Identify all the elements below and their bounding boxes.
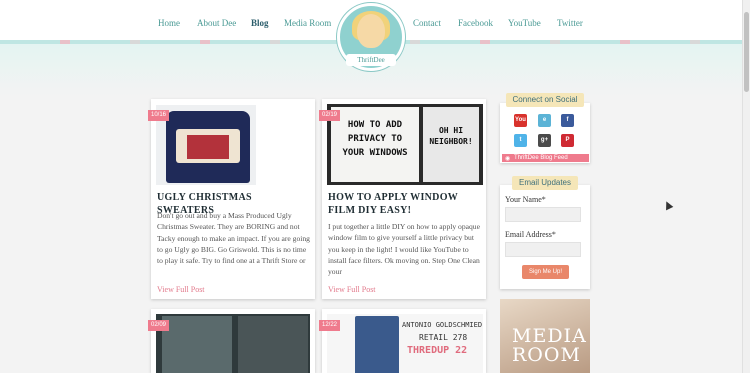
pinterest-icon[interactable]: P	[561, 134, 574, 147]
post-thumbnail[interactable]	[156, 105, 256, 185]
post-card: ANTONIO GOLDSCHMIED RETAIL 278 THREDUP 2…	[319, 309, 486, 373]
scrollbar-thumb[interactable]	[744, 12, 749, 92]
nav-facebook[interactable]: Facebook	[458, 18, 493, 28]
name-field-label: Your Name*	[505, 195, 546, 204]
nav-contact[interactable]: Contact	[413, 18, 441, 28]
brand-text: ANTONIO GOLDSCHMIED	[402, 321, 483, 329]
post-thumbnail[interactable]: ANTONIO GOLDSCHMIED RETAIL 278 THREDUP 2…	[327, 314, 483, 373]
view-full-post-link[interactable]: View Full Post	[157, 285, 205, 294]
door-panel-left	[162, 316, 232, 373]
nav-twitter[interactable]: Twitter	[557, 18, 583, 28]
nav-blog[interactable]: Blog	[251, 18, 269, 28]
thredup-text: THREDUP 22	[407, 345, 468, 356]
social-widget-header: Connect on Social	[506, 93, 584, 107]
date-badge: 02/19	[319, 110, 340, 121]
date-badge: 12/22	[319, 320, 340, 331]
page-scrollbar[interactable]	[742, 0, 750, 373]
twitter-icon[interactable]: t	[514, 134, 527, 147]
sign-up-button[interactable]: Sign Me Up!	[522, 265, 569, 279]
email-input[interactable]	[505, 242, 581, 257]
media-room-title-2: ROOM	[512, 344, 581, 366]
post-thumbnail[interactable]: HOW TO ADD PRIVACY TO YOUR WINDOWS OH HI…	[327, 104, 483, 185]
post-card: 02/09	[148, 309, 315, 373]
date-badge: 10/16	[148, 110, 169, 121]
blog-feed-link[interactable]: ThriftDee Blog Feed	[502, 154, 589, 162]
email-field-label: Email Address*	[505, 230, 556, 239]
youtube-icon[interactable]: You	[514, 114, 527, 127]
social-widget: You e f t g+ P ThriftDee Blog Feed ◉	[500, 103, 590, 163]
retail-text: RETAIL 278	[419, 333, 468, 342]
logo-face	[357, 14, 385, 48]
post-card-window-film: HOW TO ADD PRIVACY TO YOUR WINDOWS OH HI…	[319, 99, 486, 299]
site-logo[interactable]: ThriftDee	[337, 3, 405, 71]
nav-media-room[interactable]: Media Room	[284, 18, 331, 28]
post-thumbnail[interactable]	[156, 314, 310, 373]
post-excerpt: I put together a little DIY on how to ap…	[328, 222, 480, 277]
nav-about-dee[interactable]: About Dee	[197, 18, 236, 28]
door-panel-right	[238, 316, 308, 373]
email-widget: Your Name* Email Address* Sign Me Up!	[500, 185, 590, 289]
rss-icon: ◉	[505, 156, 511, 162]
window-image-text-right: OH HI NEIGHBOR!	[429, 126, 473, 146]
mouse-cursor-icon	[662, 199, 674, 211]
date-badge: 02/09	[148, 320, 169, 331]
post-card-ugly-sweaters: 10/16 UGLY CHRISTMAS SWEATERS Don't go o…	[148, 99, 315, 299]
post-title[interactable]: HOW TO APPLY WINDOW FILM DIY EASY!	[328, 191, 482, 217]
window-image-text: HOW TO ADD PRIVACY TO YOUR WINDOWS	[342, 120, 408, 158]
nav-home[interactable]: Home	[158, 18, 180, 28]
logo-label: ThriftDee	[346, 54, 396, 66]
name-input[interactable]	[505, 207, 581, 222]
sweater-house	[187, 135, 229, 159]
view-full-post-link[interactable]: View Full Post	[328, 285, 376, 294]
nav-youtube[interactable]: YouTube	[508, 18, 541, 28]
google-plus-icon[interactable]: g+	[538, 134, 551, 147]
ebay-icon[interactable]: e	[538, 114, 551, 127]
email-widget-header: Email Updates	[512, 176, 578, 190]
facebook-icon[interactable]: f	[561, 114, 574, 127]
media-room-banner[interactable]: MEDIA ROOM	[500, 299, 590, 373]
jeans-image	[355, 316, 399, 373]
post-excerpt: Don't go out and buy a Mass Produced Ugl…	[157, 211, 310, 266]
